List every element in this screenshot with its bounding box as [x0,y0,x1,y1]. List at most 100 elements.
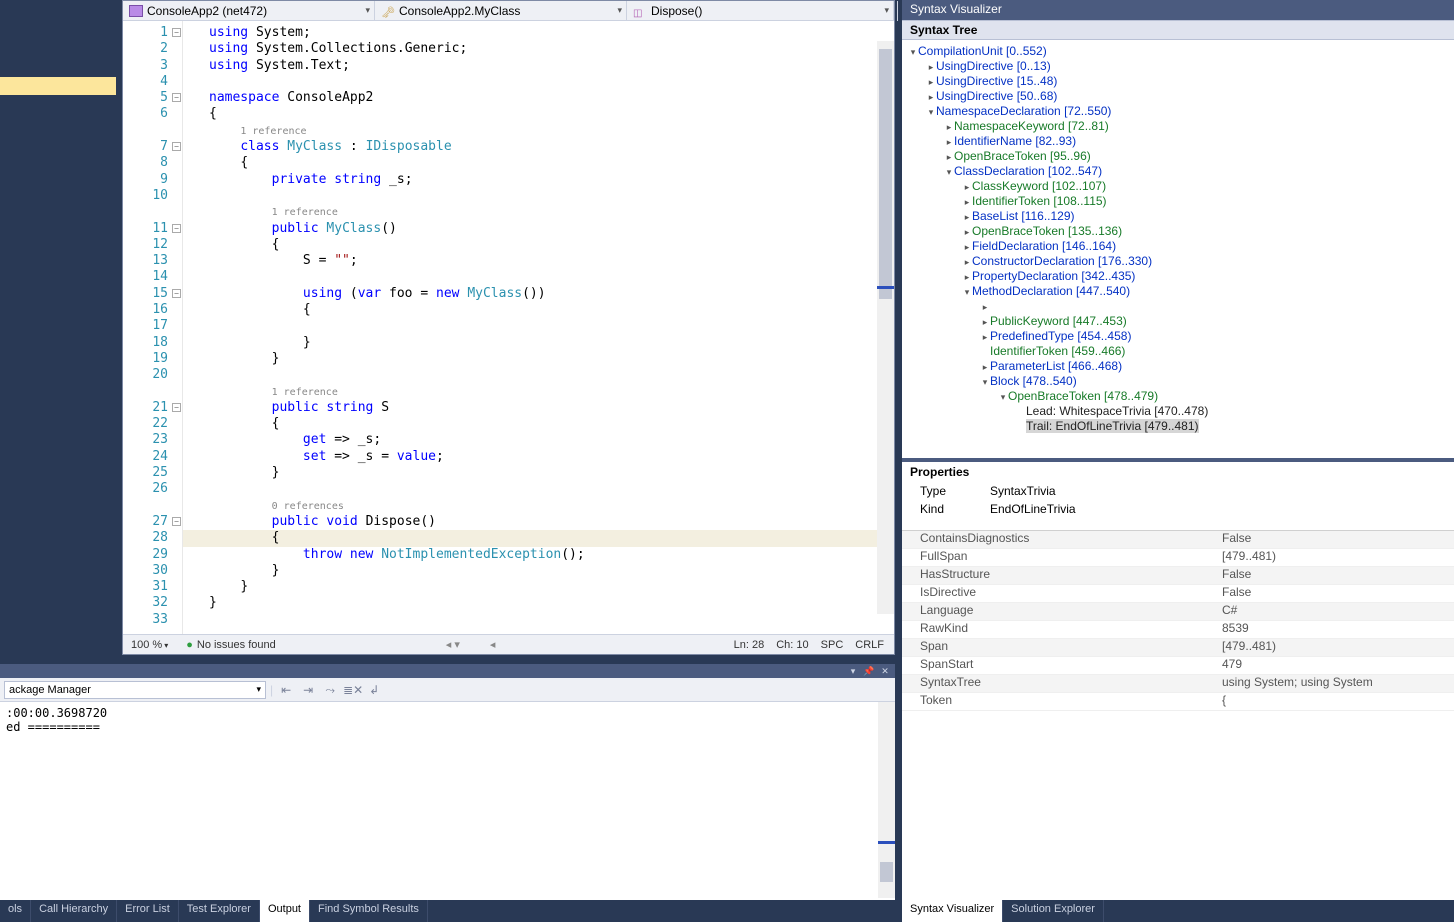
code-line[interactable]: namespace ConsoleApp2 [183,90,894,106]
code-line[interactable]: using System; [183,25,894,41]
tree-expander-icon[interactable]: ▾ [908,45,918,60]
tree-node[interactable]: ▾CompilationUnit [0..552) [902,44,1454,59]
bottom-tab[interactable]: Call Hierarchy [31,900,117,922]
right-tab[interactable]: Syntax Visualizer [902,900,1003,922]
tree-node[interactable]: ▸ [902,299,1454,314]
tree-node[interactable]: ▾ClassDeclaration [102..547) [902,164,1454,179]
code-line[interactable]: public void Dispose() [183,514,894,530]
selected-doc-tab[interactable] [0,77,116,95]
tree-expander-icon[interactable]: ▸ [926,75,936,90]
tree-node[interactable]: ▾OpenBraceToken [478..479) [902,389,1454,404]
tree-node[interactable]: ▸FieldDeclaration [146..164) [902,239,1454,254]
tree-node-label[interactable]: Trail: EndOfLineTrivia [479..481) [1026,419,1199,433]
fold-toggle[interactable]: − [172,289,181,298]
code-line[interactable] [183,481,894,497]
property-row[interactable]: LanguageC# [902,603,1454,621]
code-line[interactable]: } [183,579,894,595]
goto-icon[interactable]: ⇥ [299,682,317,698]
close-icon[interactable]: ✕ [879,666,891,676]
tree-expander-icon[interactable]: ▸ [944,135,954,150]
fold-toggle[interactable]: − [172,403,181,412]
tree-expander-icon[interactable]: ▸ [962,225,972,240]
tree-node-label[interactable]: UsingDirective [50..68) [936,89,1057,103]
tree-node[interactable]: IdentifierToken [459..466) [902,344,1454,359]
tree-node[interactable]: ▸ClassKeyword [102..107) [902,179,1454,194]
tree-expander-icon[interactable]: ▸ [962,270,972,285]
tree-expander-icon[interactable]: ▾ [980,375,990,390]
tree-expander-icon[interactable]: ▸ [962,240,972,255]
bottom-tab[interactable]: Output [260,900,310,922]
tree-node[interactable]: ▸UsingDirective [0..13) [902,59,1454,74]
code-line[interactable]: { [183,302,894,318]
tree-node-label[interactable]: OpenBraceToken [95..96) [954,149,1091,163]
code-line[interactable]: { [183,530,894,546]
pin-icon[interactable]: 📌 [863,666,875,676]
tree-node-label[interactable]: ParameterList [466..468) [990,359,1122,373]
tree-node[interactable]: ▸OpenBraceToken [135..136) [902,224,1454,239]
code-line[interactable]: using System.Text; [183,58,894,74]
tree-expander-icon[interactable]: ▸ [944,120,954,135]
code-line[interactable] [183,188,894,204]
code-line[interactable]: } [183,465,894,481]
tree-expander-icon[interactable]: ▸ [980,300,990,315]
tree-node[interactable]: ▸UsingDirective [50..68) [902,89,1454,104]
fold-toggle[interactable]: − [172,93,181,102]
tree-node[interactable]: ▸BaseList [116..129) [902,209,1454,224]
tree-node-label[interactable]: NamespaceDeclaration [72..550) [936,104,1111,118]
tree-expander-icon[interactable]: ▾ [962,285,972,300]
property-row[interactable]: Span[479..481) [902,639,1454,657]
code-line[interactable]: { [183,155,894,171]
code-surface[interactable]: using System;using System.Collections.Ge… [183,21,894,634]
tree-expander-icon[interactable]: ▸ [962,195,972,210]
tree-node[interactable]: ▸PredefinedType [454..458) [902,329,1454,344]
goto-next-icon[interactable]: ⤳ [321,682,339,698]
scrollbar-thumb[interactable] [880,862,893,882]
property-row[interactable]: IsDirectiveFalse [902,585,1454,603]
fold-toggle[interactable]: − [172,224,181,233]
breadcrumb-project[interactable]: ConsoleApp2 (net472) ▾ [123,1,375,20]
code-line[interactable]: 1 reference [183,204,894,220]
tree-node-label[interactable]: UsingDirective [0..13) [936,59,1051,73]
issues-indicator[interactable]: No issues found [186,639,276,651]
code-line[interactable]: { [183,237,894,253]
tree-expander-icon[interactable]: ▾ [998,390,1008,405]
property-row[interactable]: SpanStart479 [902,657,1454,675]
breadcrumb-member[interactable]: Dispose() ▾ [627,1,894,20]
tree-expander-icon[interactable]: ▸ [980,360,990,375]
tree-expander-icon[interactable]: ▸ [926,90,936,105]
line-ending[interactable]: CRLF [855,639,884,651]
zoom-level[interactable]: 100 %▾ [123,639,176,651]
tree-node-label[interactable]: ConstructorDeclaration [176..330) [972,254,1152,268]
fold-toggle[interactable]: − [172,142,181,151]
tree-node-label[interactable]: IdentifierName [82..93) [954,134,1076,148]
code-line[interactable]: S = ""; [183,253,894,269]
tree-node-label[interactable]: OpenBraceToken [478..479) [1008,389,1158,403]
property-row[interactable]: ContainsDiagnosticsFalse [902,531,1454,549]
code-line[interactable]: get => _s; [183,432,894,448]
goto-prev-icon[interactable]: ⇤ [277,682,295,698]
tree-node-label[interactable]: FieldDeclaration [146..164) [972,239,1116,253]
property-row[interactable]: SyntaxTreeusing System; using System [902,675,1454,693]
scope-indicator-icon[interactable]: ◂ ▾ [446,638,460,651]
tree-node-label[interactable]: BaseList [116..129) [972,209,1075,223]
output-source-select[interactable]: ackage Manager▾ [4,681,266,699]
codelens-reference[interactable]: 1 reference [240,126,306,137]
code-line[interactable]: 1 reference [183,123,894,139]
clear-all-icon[interactable]: ≣✕ [343,682,361,698]
output-scrollbar[interactable] [878,702,895,898]
indent-mode[interactable]: SPC [821,639,844,651]
code-line[interactable]: 0 references [183,498,894,514]
code-line[interactable]: public MyClass() [183,221,894,237]
tree-expander-icon[interactable]: ▸ [962,255,972,270]
codelens-reference[interactable]: 1 reference [272,387,338,398]
code-line[interactable]: using System.Collections.Generic; [183,41,894,57]
tree-node-label[interactable]: IdentifierToken [108..115) [972,194,1107,208]
tree-expander-icon[interactable]: ▾ [944,165,954,180]
output-text[interactable]: :00:00.3698720ed ========== [0,702,895,882]
tree-node-label[interactable]: PredefinedType [454..458) [990,329,1131,343]
property-row[interactable]: Token{ [902,693,1454,711]
code-line[interactable]: { [183,416,894,432]
tree-node[interactable]: Trail: EndOfLineTrivia [479..481) [902,419,1454,434]
tree-node-label[interactable]: PropertyDeclaration [342..435) [972,269,1135,283]
codelens-reference[interactable]: 0 references [272,501,344,512]
